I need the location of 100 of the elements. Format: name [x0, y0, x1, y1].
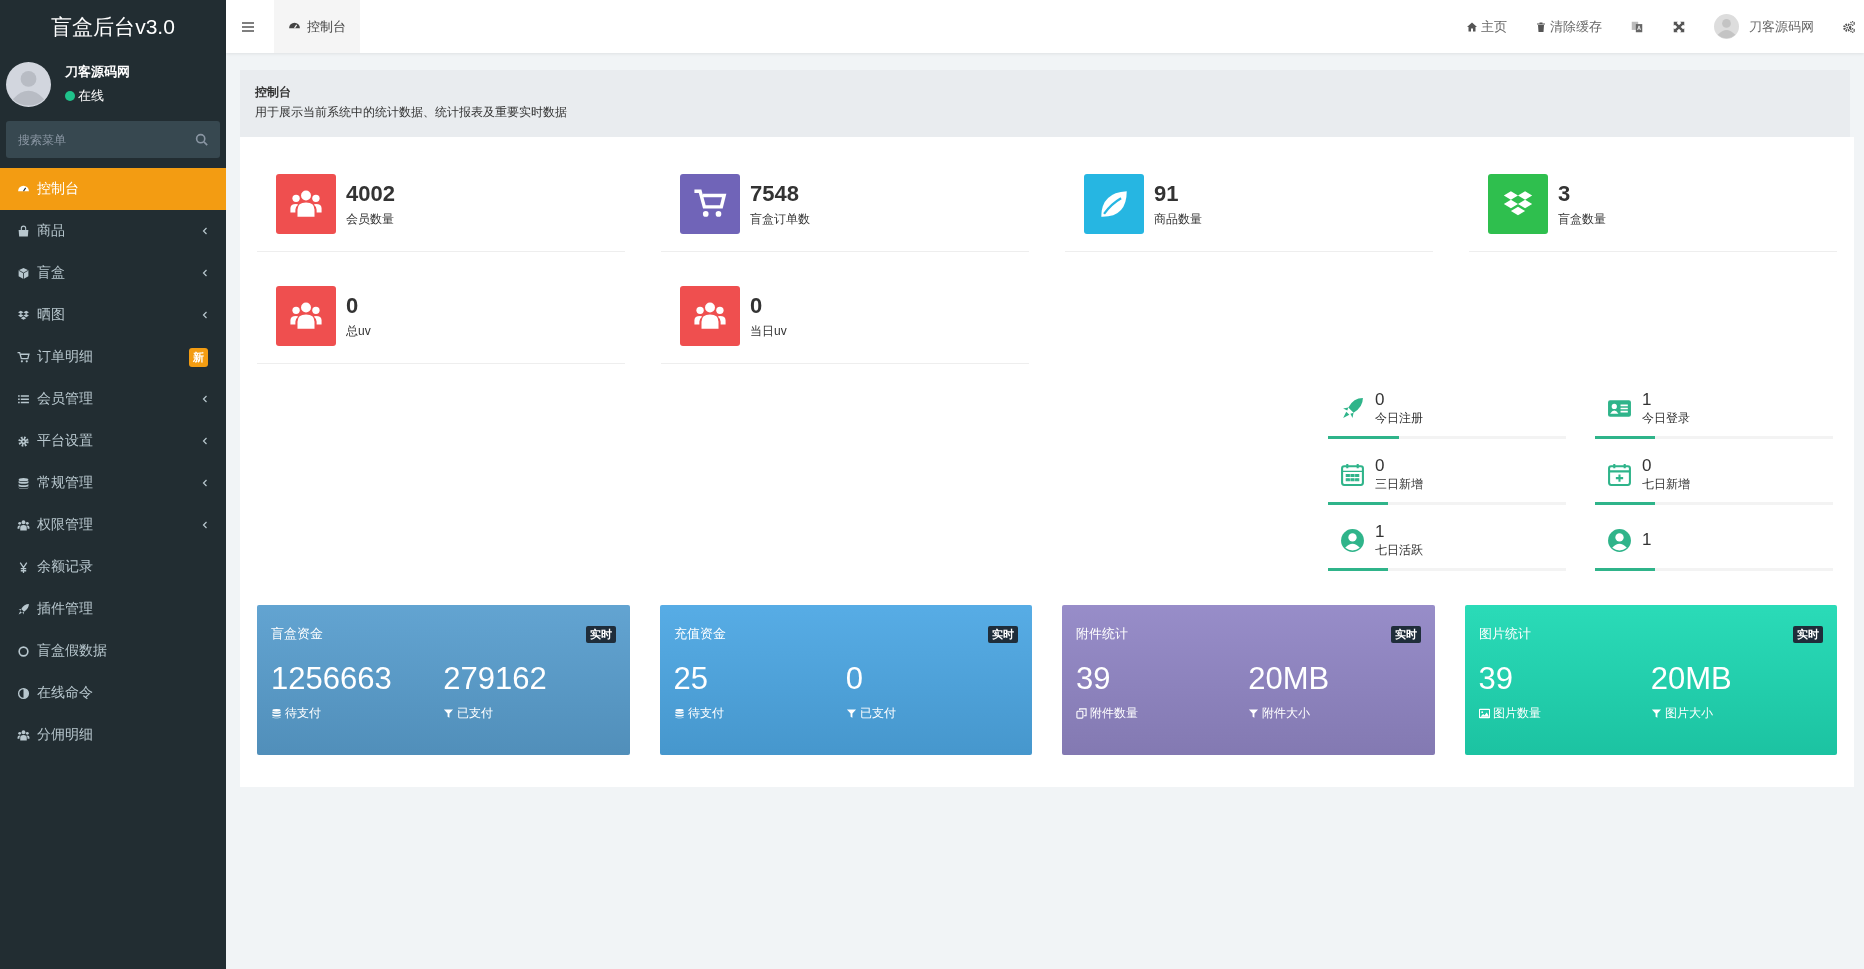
stat-value: 0 — [1375, 455, 1386, 476]
menu-item[interactable]: 分佣明细 — [0, 714, 226, 756]
realtime-badge: 实时 — [1793, 625, 1823, 643]
stat-label: 盲盒订单数 — [750, 210, 810, 228]
metric-label: 已支付 — [457, 705, 494, 722]
menu-item[interactable]: 晒图 — [0, 294, 226, 336]
nav-link[interactable]: 清除缓存 — [1535, 17, 1602, 36]
database-icon — [673, 708, 685, 719]
new-badge: 新 — [189, 347, 208, 367]
metric-value: 20MB — [1248, 660, 1331, 698]
stat-value: 0 — [346, 292, 360, 319]
trash-icon — [1535, 20, 1547, 33]
menu-item[interactable]: 常规管理 — [0, 462, 226, 504]
metric-value: 0 — [845, 660, 864, 698]
menu-item[interactable]: 盲盒 — [0, 252, 226, 294]
metric-label: 图片数量 — [1492, 705, 1541, 722]
metric-label: 待支付 — [285, 705, 321, 722]
metric-label: 附件大小 — [1262, 705, 1311, 722]
stat-value: 1 — [1642, 530, 1652, 550]
circle-icon — [17, 644, 30, 658]
menu-item[interactable]: 权限管理 — [0, 504, 226, 546]
database-icon — [271, 708, 282, 719]
users-icon — [17, 518, 30, 532]
stat-value: 0 — [1642, 455, 1653, 476]
stat-label: 今日注册 — [1375, 409, 1423, 427]
card-title: 盲盒资金 — [271, 625, 323, 643]
realtime-badge: 实时 — [1390, 625, 1421, 643]
menu-item[interactable]: 平台设置 — [0, 420, 226, 462]
metric-value: 39 — [1478, 660, 1514, 698]
image-icon — [1478, 708, 1490, 719]
metric-value: 39 — [1076, 660, 1112, 698]
cube-icon — [17, 266, 30, 280]
user-circle-icon — [1340, 527, 1365, 553]
stat-label: 七日新增 — [1642, 475, 1690, 493]
page-description: 用于展示当前系统中的统计数据、统计报表及重要实时数据 — [255, 104, 568, 121]
metric-value: 20MB — [1650, 660, 1733, 698]
metric-label: 已支付 — [859, 705, 896, 722]
user-menu[interactable]: 刀客源码网 — [1714, 14, 1814, 39]
stat-value: 3 — [1558, 180, 1572, 207]
stat-value: 1 — [1375, 521, 1386, 542]
rocket-icon — [1340, 395, 1365, 421]
stat-label: 会员数量 — [346, 210, 395, 228]
copy-icon — [1076, 708, 1087, 719]
realtime-badge: 实时 — [585, 625, 616, 643]
home-icon — [1466, 20, 1478, 33]
tab[interactable]: 控制台 — [274, 0, 360, 53]
stat-label: 七日活跃 — [1375, 541, 1423, 559]
filter-icon — [1650, 708, 1662, 719]
contrast-icon — [17, 686, 30, 700]
cart-icon — [17, 350, 30, 364]
stat-value: 91 — [1154, 180, 1180, 207]
list-icon — [17, 392, 30, 406]
metric-label: 图片大小 — [1664, 705, 1713, 722]
page-title: 控制台 — [255, 84, 292, 101]
translate-icon[interactable] — [1630, 19, 1644, 34]
card-title: 充值资金 — [673, 625, 726, 643]
search-icon — [195, 133, 208, 146]
nav-link[interactable]: 主页 — [1466, 17, 1507, 36]
stat-label: 盲盒数量 — [1558, 210, 1606, 228]
avatar-icon — [1714, 14, 1739, 39]
users-icon — [17, 728, 30, 742]
menu-item[interactable]: 余额记录 — [0, 546, 226, 588]
stat-value: 4002 — [346, 180, 395, 207]
card-title: 附件统计 — [1076, 625, 1128, 643]
user-circle-icon — [1607, 527, 1632, 553]
dropbox-icon — [17, 308, 30, 322]
metric-value: 1256663 — [271, 660, 393, 698]
metric-value: 25 — [673, 660, 709, 698]
realtime-badge: 实时 — [988, 625, 1018, 643]
menu-item[interactable]: 会员管理 — [0, 378, 226, 420]
menu-icon[interactable] — [242, 21, 254, 32]
fullscreen-icon[interactable] — [1672, 19, 1686, 34]
stat-label: 三日新增 — [1375, 475, 1423, 493]
bag-icon — [17, 224, 30, 238]
stat-label: 总uv — [346, 322, 371, 340]
stat-value: 1 — [1642, 389, 1653, 410]
user-name: 刀客源码网 — [65, 63, 130, 81]
menu-item[interactable]: 盲盒假数据 — [0, 630, 226, 672]
stat-value: 7548 — [750, 180, 800, 207]
menu-item[interactable]: 在线命令 — [0, 672, 226, 714]
status-text: 在线 — [78, 87, 104, 105]
database-icon — [17, 476, 30, 490]
stat-value: 0 — [1375, 389, 1386, 410]
stat-label: 商品数量 — [1154, 210, 1202, 228]
stat-label: 今日登录 — [1642, 409, 1690, 427]
rocket-icon — [17, 602, 30, 616]
menu-item[interactable]: 订单明细 新 — [0, 336, 226, 378]
stat-label: 当日uv — [750, 322, 787, 340]
metric-label: 附件数量 — [1090, 705, 1138, 722]
yen-icon — [17, 560, 30, 574]
menu-item[interactable]: 插件管理 — [0, 588, 226, 630]
menu-item[interactable]: 商品 — [0, 210, 226, 252]
filter-icon — [443, 708, 455, 719]
card-title: 图片统计 — [1478, 625, 1531, 643]
metric-label: 待支付 — [687, 705, 724, 722]
filter-icon — [845, 708, 857, 719]
avatar-icon — [6, 61, 51, 107]
search-field[interactable]: 搜索菜单 — [6, 121, 220, 158]
stat-value: 0 — [750, 292, 764, 319]
calendar-icon — [1340, 461, 1365, 487]
